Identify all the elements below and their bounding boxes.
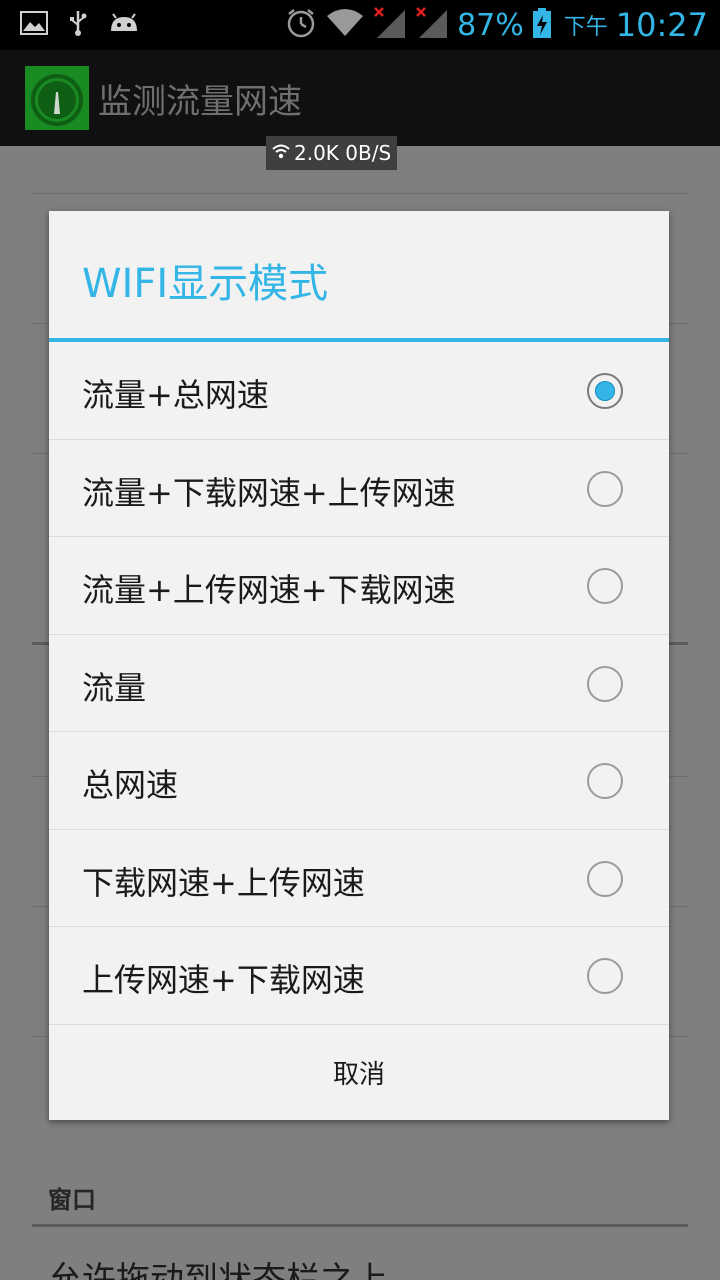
section-header-window: 窗口 (48, 1186, 96, 1214)
radio-button[interactable] (587, 860, 623, 897)
option-label: 下载网速+上传网速 (82, 863, 365, 902)
option-label: 流量+总网速 (82, 376, 269, 414)
option-label: 上传网速+下载网速 (82, 961, 365, 999)
option-list: 流量+总网速 流量+下载网速+上传网速 流量+上传网速+下载网速 流量 总网速 … (49, 342, 669, 1025)
speed-overlay[interactable]: 2.0K 0B/S (266, 136, 398, 170)
radio-button[interactable] (587, 763, 623, 799)
option-label: 流量+下载网速+上传网速 (82, 473, 456, 512)
status-bar: 87% 下午 10:27 (0, 0, 720, 50)
radio-button[interactable] (587, 665, 623, 702)
alarm-icon (285, 7, 317, 43)
usb-icon (68, 9, 88, 41)
option-traffic-download-upload[interactable]: 流量+下载网速+上传网速 (49, 440, 669, 537)
option-upload-download[interactable]: 上传网速+下载网速 (49, 927, 669, 1025)
battery-charging-icon (532, 7, 552, 43)
wifi-display-mode-dialog: WIFI显示模式 流量+总网速 流量+下载网速+上传网速 流量+上传网速+下载网… (49, 211, 669, 1120)
option-total-speed[interactable]: 总网速 (49, 732, 669, 830)
radio-selected-dot (595, 381, 615, 401)
radio-button[interactable] (587, 470, 623, 507)
battery-percent: 87% (457, 7, 524, 43)
option-label: 流量 (82, 668, 147, 707)
setting-item-allow-drag[interactable]: 允许拖动到状态栏之上 (48, 1252, 388, 1280)
dialog-title: WIFI显示模式 (82, 261, 329, 307)
notification-icons (20, 10, 140, 40)
option-traffic[interactable]: 流量 (49, 635, 669, 732)
wifi-icon (325, 8, 365, 42)
wifi-small-icon (272, 141, 290, 165)
option-label: 流量+上传网速+下载网速 (82, 571, 456, 609)
radio-button[interactable] (587, 958, 623, 994)
radio-button[interactable] (587, 373, 623, 409)
signal-sim1-icon (373, 6, 407, 44)
speed-text: 2.0K 0B/S (294, 141, 392, 165)
option-label: 总网速 (82, 766, 179, 804)
cancel-button[interactable]: 取消 (49, 1025, 669, 1120)
option-download-upload[interactable]: 下载网速+上传网速 (49, 830, 669, 927)
app-logo (25, 66, 89, 130)
signal-sim2-icon (415, 6, 449, 44)
radio-button[interactable] (587, 568, 623, 604)
picture-icon (20, 11, 48, 39)
action-bar: 监测流量网速 (0, 50, 720, 146)
android-icon (108, 11, 140, 39)
clock: 10:27 (615, 6, 708, 44)
option-traffic-upload-download[interactable]: 流量+上传网速+下载网速 (49, 537, 669, 635)
am-pm-label: 下午 (563, 15, 608, 40)
app-title: 监测流量网速 (98, 82, 302, 122)
divider (32, 193, 688, 194)
divider (32, 1224, 688, 1227)
system-status: 87% 下午 10:27 (285, 6, 708, 44)
option-traffic-total-speed[interactable]: 流量+总网速 (49, 342, 669, 440)
